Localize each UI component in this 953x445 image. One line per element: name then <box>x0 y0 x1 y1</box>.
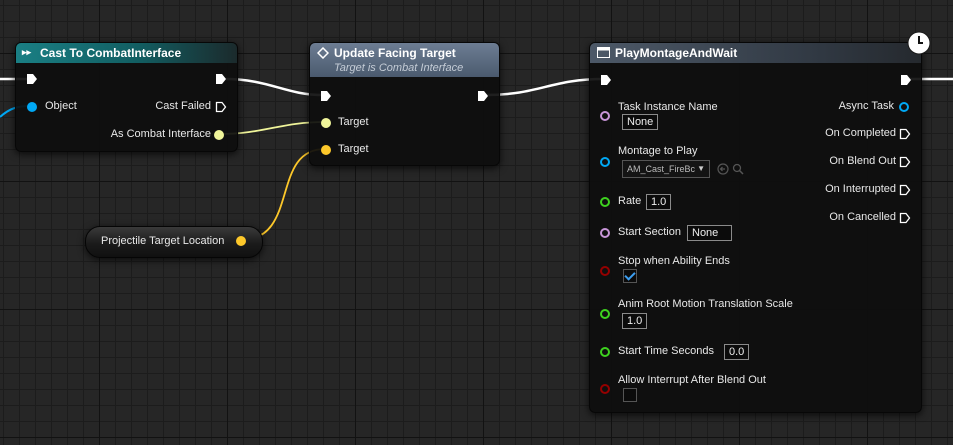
on-completed-pin[interactable] <box>899 128 911 140</box>
start-section-pin[interactable] <box>600 228 610 238</box>
allow-interrupt-label: Allow Interrupt After Blend Out <box>618 374 766 386</box>
on-cancelled-pin[interactable] <box>899 212 911 224</box>
chevron-down-icon: ▼ <box>697 164 705 173</box>
update-node-subtitle: Target is Combat Interface <box>334 62 464 74</box>
projectile-target-location-node[interactable]: Projectile Target Location <box>85 226 263 258</box>
anim-root-motion-input[interactable]: 1.0 <box>622 313 648 329</box>
anim-root-motion-label: Anim Root Motion Translation Scale <box>618 298 793 310</box>
start-section-label: Start Section <box>618 226 681 238</box>
play-montage-and-wait-node[interactable]: PlayMontageAndWait Task Instance Name No… <box>589 42 922 413</box>
task-instance-name-input[interactable]: None <box>622 114 659 130</box>
start-section-input[interactable]: None <box>687 225 732 241</box>
on-cancelled-label: On Cancelled <box>829 211 896 223</box>
montage-asset-value: AM_Cast_FireBc <box>627 164 696 174</box>
browse-asset-search-icon[interactable] <box>732 163 744 175</box>
montage-to-play-pin[interactable] <box>600 157 610 167</box>
target-interface-pin[interactable] <box>321 118 331 128</box>
play-node-header[interactable]: PlayMontageAndWait <box>590 43 921 63</box>
task-instance-name-pin[interactable] <box>600 111 610 121</box>
async-task-pin[interactable] <box>899 102 909 112</box>
exec-out-pin[interactable] <box>900 74 912 86</box>
cast-node-title: Cast To CombatInterface <box>40 46 182 60</box>
exec-out-pin[interactable] <box>477 90 489 102</box>
update-node-title: Update Facing Target <box>334 46 456 60</box>
task-icon <box>597 47 610 58</box>
target-interface-label: Target <box>338 116 369 128</box>
object-pin[interactable] <box>27 102 37 112</box>
object-pin-label: Object <box>45 100 77 112</box>
update-node-header[interactable]: Update Facing Target Target is Combat In… <box>310 43 499 77</box>
rate-input[interactable]: 1.0 <box>646 194 672 210</box>
function-icon <box>317 47 329 59</box>
allow-interrupt-pin[interactable] <box>600 384 610 394</box>
montage-to-play-label: Montage to Play <box>618 145 698 157</box>
exec-in-pin[interactable] <box>600 74 612 86</box>
projectile-target-location-label: Projectile Target Location <box>101 235 225 247</box>
async-task-label: Async Task <box>838 100 894 112</box>
stop-when-ability-ends-pin[interactable] <box>600 266 610 276</box>
rate-label: Rate <box>618 195 642 207</box>
cast-failed-pin[interactable] <box>215 101 227 113</box>
target-vector-label: Target <box>338 143 369 155</box>
exec-in-pin[interactable] <box>26 73 38 85</box>
exec-wire-update-to-play <box>484 77 605 97</box>
start-time-seconds-pin[interactable] <box>600 347 610 357</box>
cast-icon: ▸▸ <box>22 47 32 57</box>
montage-asset-dropdown[interactable]: AM_Cast_FireBc ▼ <box>622 160 710 178</box>
rate-pin[interactable] <box>600 197 610 207</box>
on-interrupted-label: On Interrupted <box>825 183 896 195</box>
on-blend-out-label: On Blend Out <box>829 155 896 167</box>
latent-clock-icon <box>907 31 931 55</box>
task-instance-name-label: Task Instance Name <box>618 101 718 113</box>
cast-to-combat-interface-node[interactable]: ▸▸ Cast To CombatInterface Object Cast F… <box>15 42 238 152</box>
stop-when-ability-ends-label: Stop when Ability Ends <box>618 255 730 267</box>
on-blend-out-pin[interactable] <box>899 156 911 168</box>
start-time-seconds-label: Start Time Seconds <box>618 345 714 357</box>
checkmark-icon <box>624 269 636 281</box>
exec-in-pin[interactable] <box>320 90 332 102</box>
cast-node-header[interactable]: ▸▸ Cast To CombatInterface <box>16 43 237 63</box>
anim-root-motion-pin[interactable] <box>600 309 610 319</box>
play-node-title: PlayMontageAndWait <box>615 46 738 60</box>
exec-out-pin[interactable] <box>215 73 227 85</box>
target-vector-pin[interactable] <box>321 145 331 155</box>
cast-failed-label: Cast Failed <box>155 100 211 112</box>
on-interrupted-pin[interactable] <box>899 184 911 196</box>
stop-when-ability-ends-checkbox[interactable] <box>623 269 637 283</box>
allow-interrupt-checkbox[interactable] <box>623 388 637 402</box>
on-completed-label: On Completed <box>825 127 896 139</box>
as-combat-interface-label: As Combat Interface <box>110 128 211 140</box>
as-combat-interface-pin[interactable] <box>214 130 224 140</box>
update-facing-target-node[interactable]: Update Facing Target Target is Combat In… <box>309 42 500 166</box>
use-selected-asset-icon[interactable] <box>717 163 729 175</box>
projectile-vector-pin[interactable] <box>236 236 246 246</box>
start-time-seconds-input[interactable]: 0.0 <box>724 344 750 360</box>
